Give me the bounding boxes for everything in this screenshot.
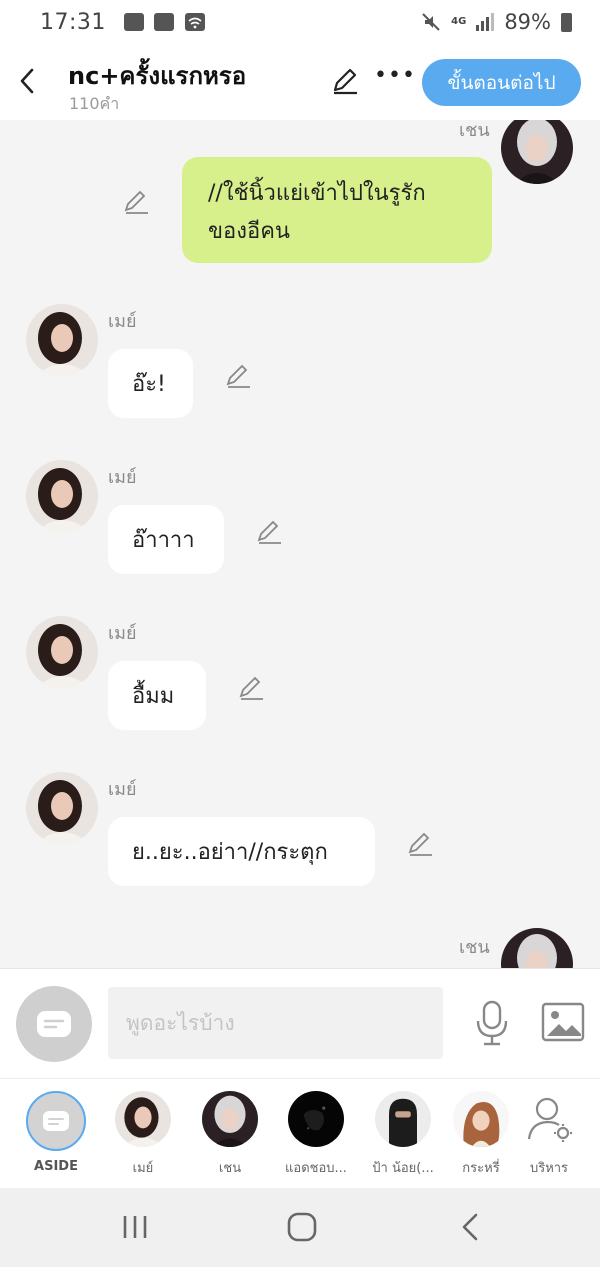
edit-pencil-icon[interactable] [330, 66, 360, 96]
edit-message-icon[interactable] [255, 518, 283, 546]
signal-icon [476, 13, 495, 31]
edit-message-icon[interactable] [237, 674, 265, 702]
character-manage[interactable]: บริหาร [506, 1091, 592, 1178]
wifi-icon [184, 13, 205, 31]
character-tray: ASIDE เมย์ เชน แอดชอบ... ป้า น้อย(... กร… [0, 1078, 600, 1188]
character-avatar [375, 1091, 431, 1147]
character-label: ป้า น้อย(... [372, 1161, 434, 1176]
avatar-may[interactable] [26, 460, 98, 532]
aside-avatar [26, 1091, 86, 1151]
battery-percent: 89% [504, 10, 551, 34]
word-count: 110คำ [69, 94, 120, 113]
message-bubble[interactable]: ย..ยะ..อย่าา//กระตุก [108, 817, 375, 886]
character-avatar [202, 1091, 258, 1147]
chat-bubble-icon [43, 1111, 69, 1131]
recent-apps-icon[interactable] [115, 1210, 155, 1244]
story-title: nc+ครั้งแรกหรอ [68, 62, 247, 90]
checkbox-icon [153, 13, 174, 31]
character-label: แอดชอบ... [285, 1161, 347, 1176]
network-type: 4G [451, 16, 467, 27]
avatar-chen[interactable] [501, 928, 573, 968]
character-label: ASIDE [34, 1159, 78, 1174]
battery-icon [561, 12, 572, 32]
edit-message-icon[interactable] [224, 362, 252, 390]
chat-header: nc+ครั้งแรกหรอ 110คำ ••• ขั้นตอนต่อไป [0, 44, 600, 120]
gallery-icon [123, 13, 144, 31]
image-icon[interactable] [541, 1002, 585, 1042]
character-chen[interactable]: เชน [187, 1091, 273, 1178]
message-bubble[interactable]: อื้มม [108, 661, 206, 730]
message-bubble[interactable]: อ๊ะ! [108, 349, 193, 418]
system-navigation-bar [0, 1188, 600, 1267]
avatar-may[interactable] [26, 772, 98, 844]
character-aside[interactable]: ASIDE [13, 1091, 99, 1174]
sender-name: เมย์ [108, 623, 137, 644]
message-composer [0, 968, 600, 1078]
back-arrow-icon[interactable] [14, 64, 40, 98]
chat-area[interactable]: เชน //ใช้นิ้วแย่เข้าไปในรูรัก ของอีคน เม… [0, 120, 600, 968]
edit-message-icon[interactable] [406, 830, 434, 858]
edit-message-icon[interactable] [122, 188, 150, 216]
sender-name: เมย์ [108, 779, 137, 800]
avatar-chen[interactable] [501, 120, 573, 184]
character-admin[interactable]: แอดชอบ... [273, 1091, 359, 1178]
next-step-button[interactable]: ขั้นตอนต่อไป [422, 59, 581, 106]
status-time: 17:31 [40, 9, 106, 35]
sender-name: เมย์ [108, 311, 137, 332]
character-label: เชน [218, 1161, 242, 1176]
sender-name: เชน [459, 937, 490, 958]
status-bar: 17:31 4G 89% [0, 0, 600, 44]
character-pa-noi[interactable]: ป้า น้อย(... [360, 1091, 446, 1178]
more-options-icon[interactable]: ••• [374, 64, 415, 94]
sender-name: เมย์ [108, 467, 137, 488]
character-label: บริหาร [529, 1161, 569, 1176]
avatar-may[interactable] [26, 616, 98, 688]
chat-bubble-icon [37, 1011, 71, 1037]
message-bubble-own[interactable]: //ใช้นิ้วแย่เข้าไปในรูรัก ของอีคน [182, 157, 492, 263]
back-icon[interactable] [450, 1210, 490, 1244]
manage-characters-icon [527, 1097, 572, 1142]
microphone-icon[interactable] [472, 999, 512, 1047]
avatar-may[interactable] [26, 304, 98, 376]
character-avatar [288, 1091, 344, 1147]
character-label: เมย์ [132, 1161, 154, 1176]
sender-name: เชน [459, 120, 490, 141]
aside-toggle-button[interactable] [16, 986, 92, 1062]
character-avatar [115, 1091, 171, 1147]
character-avatar [453, 1091, 509, 1147]
mute-icon [422, 13, 440, 31]
character-may[interactable]: เมย์ [100, 1091, 186, 1178]
home-icon[interactable] [282, 1210, 322, 1244]
message-input[interactable] [108, 987, 443, 1059]
message-bubble[interactable]: อ๊าาาา [108, 505, 224, 574]
